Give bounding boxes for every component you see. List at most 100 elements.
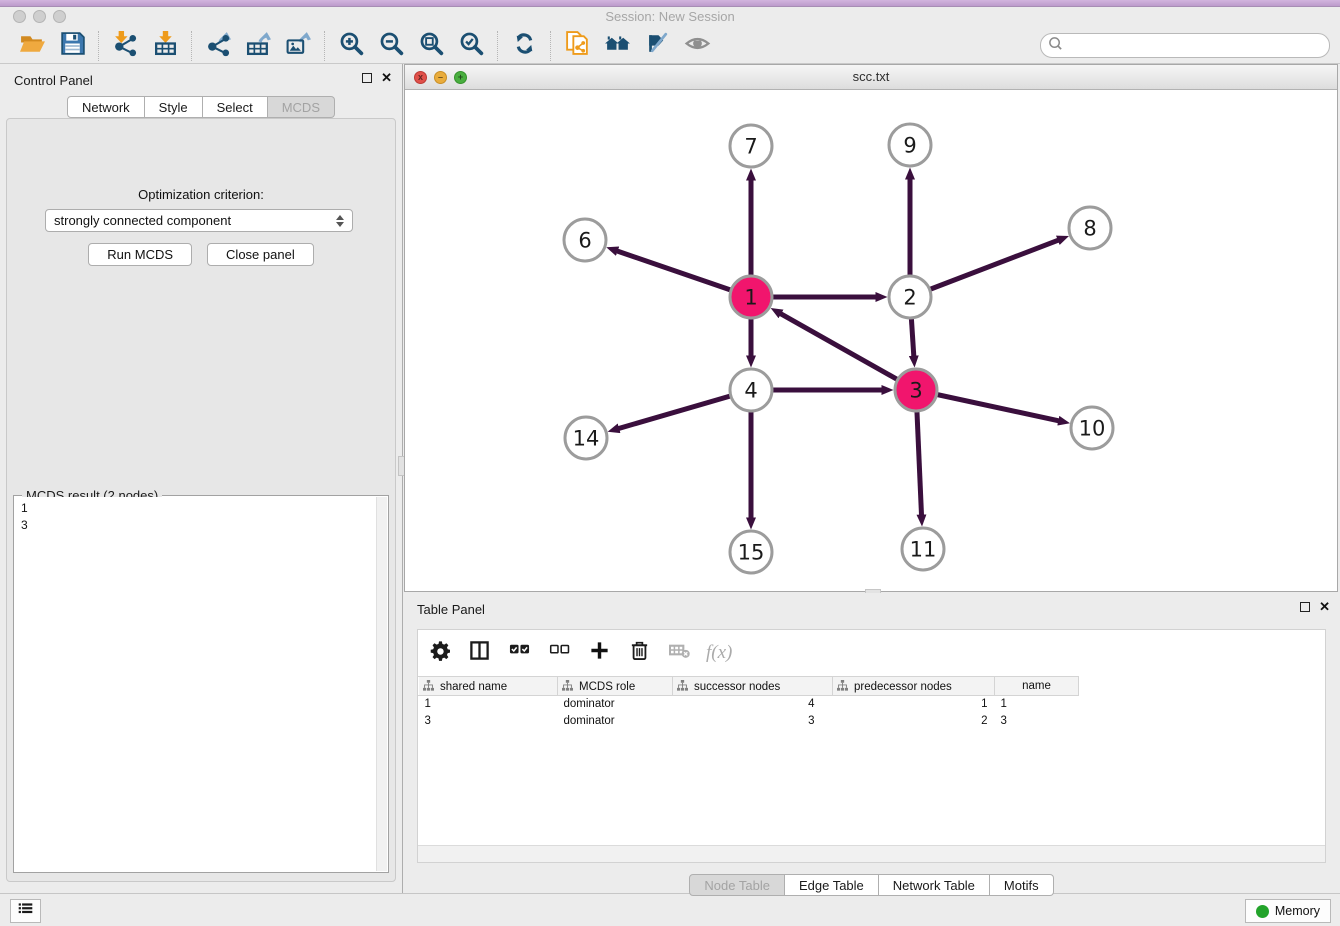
tab-network-table[interactable]: Network Table [879,874,990,896]
node-9[interactable]: 9 [889,124,931,166]
node-table[interactable]: shared nameMCDS rolesuccessor nodesprede… [418,676,1079,730]
memory-button[interactable]: Memory [1245,899,1331,923]
function-builder-icon: f(x) [706,642,732,664]
table-settings-button[interactable] [426,640,452,666]
result-scrollbar[interactable] [376,497,387,871]
column-header-MCDS-role[interactable]: MCDS role [558,677,673,696]
toggle-columns-button[interactable] [466,640,492,666]
control-panel: Control Panel ✕ NetworkStyleSelectMCDS O… [0,64,402,893]
create-column-button[interactable] [586,640,612,666]
node-1[interactable]: 1 [730,276,772,318]
delete-table-icon [669,640,690,666]
tab-select[interactable]: Select [203,96,268,118]
select-all-rows-button[interactable] [506,640,532,666]
apply-preferred-layout-button[interactable] [508,31,540,61]
zoom-fit-content-icon [418,30,445,62]
search-icon [1048,36,1063,56]
save-session-button[interactable] [56,31,88,61]
edge-3-1[interactable] [781,314,916,390]
node-15[interactable]: 15 [730,531,772,573]
apply-preferred-layout-icon [511,30,538,62]
mcds-result-group: MCDS result (2 nodes) 13 [13,495,389,873]
zoom-selected-region-icon [458,30,485,62]
node-6[interactable]: 6 [564,219,606,261]
network-window-titlebar[interactable]: x – + scc.txt [405,65,1337,90]
column-header-shared-name[interactable]: shared name [419,677,558,696]
first-neighbors-button[interactable] [601,31,633,61]
network-graph[interactable]: 1 2 3 4 6 7 8 9 10 11 14 15 [405,90,1337,591]
zoom-fit-content-button[interactable] [415,31,447,61]
zoom-in-icon [338,30,365,62]
run-mcds-button[interactable]: Run MCDS [88,243,192,266]
node-8[interactable]: 8 [1069,207,1111,249]
node-7[interactable]: 7 [730,125,772,167]
node-3[interactable]: 3 [895,369,937,411]
node-4[interactable]: 4 [730,369,772,411]
export-image-button[interactable] [282,31,314,61]
node-14[interactable]: 14 [565,417,607,459]
delete-table-button [666,640,692,666]
close-table-panel-icon[interactable]: ✕ [1319,602,1330,612]
column-header-name[interactable]: name [995,677,1079,696]
export-table-button[interactable] [242,31,274,61]
close-panel-icon[interactable]: ✕ [381,73,392,83]
show-birds-eye-view-icon [684,30,711,62]
float-panel-icon[interactable] [362,73,372,83]
mcds-panel: Optimization criterion: strongly connect… [6,118,396,882]
table-panel: Table Panel ✕ f(x) shared nameMCDS roles… [403,593,1340,893]
mcds-result-text[interactable]: 13 [15,497,387,871]
close-panel-button[interactable]: Close panel [207,243,314,266]
table-row[interactable]: 1dominator411 [419,696,1079,713]
delete-column-icon [629,640,650,666]
node-label: 3 [909,379,922,403]
import-network-from-file-button[interactable] [109,31,141,61]
table-header-row: shared nameMCDS rolesuccessor nodesprede… [419,677,1079,696]
show-birds-eye-view-button[interactable] [681,31,713,61]
delete-column-button[interactable] [626,640,652,666]
window-top-accent [0,0,1340,7]
application-window: Session: New Session Control Panel ✕ Net… [0,0,1340,926]
tab-style[interactable]: Style [145,96,203,118]
save-session-icon [59,30,86,62]
node-label: 7 [744,135,757,159]
deselect-all-rows-button[interactable] [546,640,572,666]
window-title: Session: New Session [0,9,1340,24]
import-table-from-file-icon [152,30,179,62]
zoom-out-button[interactable] [375,31,407,61]
node-label: 11 [910,538,937,562]
dropdown-spinner-icon [336,215,344,227]
tab-network[interactable]: Network [67,96,145,118]
export-table-icon [245,30,272,62]
column-header-successor-nodes[interactable]: successor nodes [673,677,833,696]
export-network-button[interactable] [202,31,234,61]
import-table-from-file-button[interactable] [149,31,181,61]
tab-node-table[interactable]: Node Table [689,874,785,896]
node-2[interactable]: 2 [889,276,931,318]
table-horizontal-scrollbar[interactable] [418,845,1325,862]
memory-status-icon [1256,905,1269,918]
search-input[interactable] [1067,38,1317,53]
toggle-graphics-details-button[interactable] [641,31,673,61]
column-header-predecessor-nodes[interactable]: predecessor nodes [833,677,995,696]
criterion-dropdown[interactable]: strongly connected component [45,209,353,232]
open-session-button[interactable] [16,31,48,61]
tab-mcds[interactable]: MCDS [268,96,335,118]
table-row[interactable]: 3dominator323 [419,713,1079,730]
tab-motifs[interactable]: Motifs [990,874,1054,896]
network-canvas[interactable]: 1 2 3 4 6 7 8 9 10 11 14 15 [405,90,1337,591]
zoom-in-button[interactable] [335,31,367,61]
node-11[interactable]: 11 [902,528,944,570]
task-history-button[interactable] [10,899,41,923]
node-10[interactable]: 10 [1071,407,1113,449]
tab-edge-table[interactable]: Edge Table [785,874,879,896]
zoom-selected-region-button[interactable] [455,31,487,61]
network-from-file-button[interactable] [561,31,593,61]
node-label: 9 [903,134,916,158]
import-network-from-file-icon [112,30,139,62]
deselect-all-rows-icon [549,640,570,666]
export-image-icon [285,30,312,62]
float-table-panel-icon[interactable] [1300,602,1310,612]
search-box[interactable] [1040,33,1330,58]
edge-2-8[interactable] [910,240,1058,297]
criterion-dropdown-value: strongly connected component [54,213,336,228]
